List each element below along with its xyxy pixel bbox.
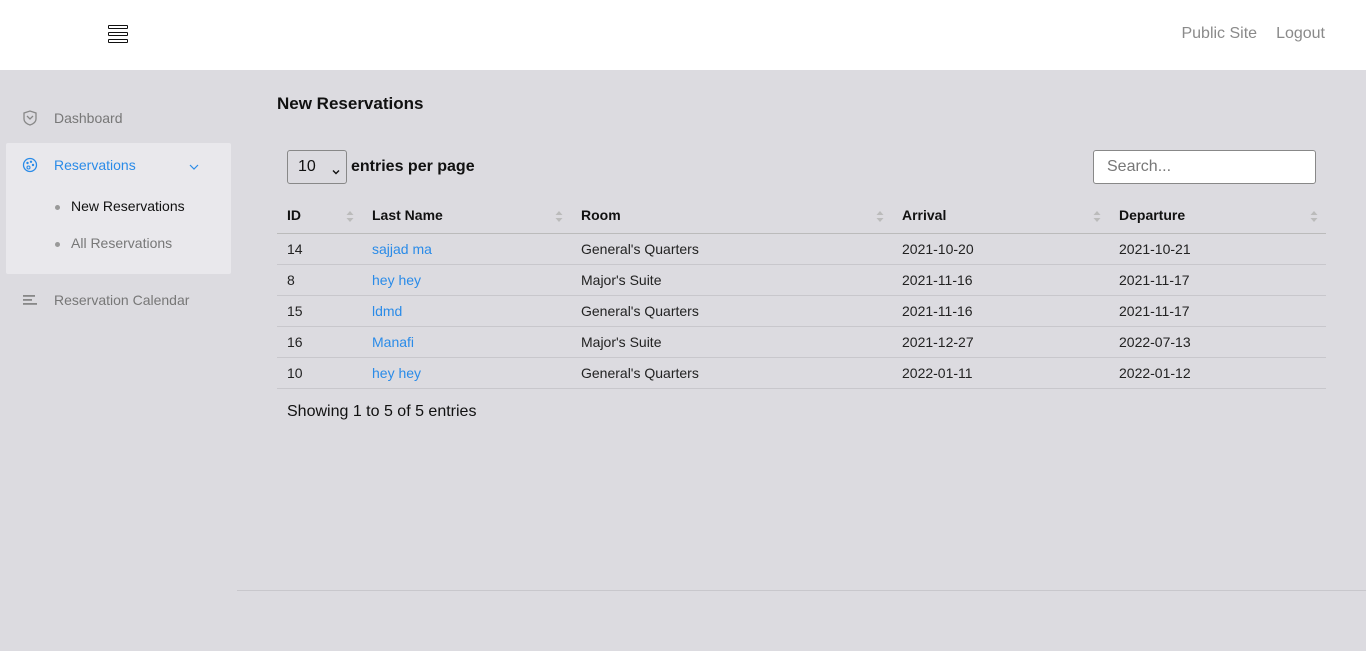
bullet-icon xyxy=(55,242,60,247)
sidebar-item-label: Reservations xyxy=(54,157,136,173)
sidebar-item-label: Dashboard xyxy=(54,110,123,126)
last-name-link[interactable]: sajjad ma xyxy=(372,241,432,257)
sidebar-subitem-new-reservations[interactable]: New Reservations xyxy=(6,192,231,222)
cell-arrival: 2021-11-16 xyxy=(892,295,1109,327)
list-icon xyxy=(21,291,39,309)
column-header-room[interactable]: Room xyxy=(571,198,892,234)
sidebar-item-reservations[interactable]: Reservations xyxy=(6,145,231,185)
column-header-label: ID xyxy=(287,207,301,224)
cell-departure: 2022-07-13 xyxy=(1109,326,1326,358)
last-name-link[interactable]: Manafi xyxy=(372,334,414,350)
last-name-link[interactable]: hey hey xyxy=(372,365,421,381)
reservations-table: ID Last Name Room Arrival Departure 14 s… xyxy=(277,198,1326,389)
cell-arrival: 2021-10-20 xyxy=(892,233,1109,265)
column-header-arrival[interactable]: Arrival xyxy=(892,198,1109,234)
cell-departure: 2021-10-21 xyxy=(1109,233,1326,265)
table-row: 15 ldmd General's Quarters 2021-11-16 20… xyxy=(277,295,1326,327)
sort-icon xyxy=(876,211,884,222)
cell-id: 15 xyxy=(277,295,362,327)
top-links: Public Site Logout xyxy=(1181,25,1325,43)
cell-id: 10 xyxy=(277,357,362,389)
cell-id: 16 xyxy=(277,326,362,358)
last-name-link[interactable]: ldmd xyxy=(372,303,402,319)
column-header-label: Last Name xyxy=(372,207,443,224)
logout-link[interactable]: Logout xyxy=(1276,25,1325,43)
column-header-id[interactable]: ID xyxy=(277,198,362,234)
column-header-last-name[interactable]: Last Name xyxy=(362,198,571,234)
chevron-down-icon xyxy=(189,159,199,170)
cell-departure: 2021-11-17 xyxy=(1109,295,1326,327)
sidebar-item-dashboard[interactable]: Dashboard xyxy=(0,98,237,138)
page-title: New Reservations xyxy=(277,94,424,113)
public-site-link[interactable]: Public Site xyxy=(1181,25,1257,43)
sidebar-item-label: Reservation Calendar xyxy=(54,292,190,308)
sidebar-item-reservation-calendar[interactable]: Reservation Calendar xyxy=(0,280,237,320)
sort-icon xyxy=(346,211,354,222)
cell-arrival: 2021-11-16 xyxy=(892,264,1109,296)
sort-icon xyxy=(1310,211,1318,222)
sidebar-subitem-label: All Reservations xyxy=(71,235,173,251)
table-row: 16 Manafi Major's Suite 2021-12-27 2022-… xyxy=(277,326,1326,358)
sidebar-subitem-label: New Reservations xyxy=(71,198,185,214)
column-header-label: Departure xyxy=(1119,207,1186,224)
cell-room: General's Quarters xyxy=(571,357,892,389)
cell-arrival: 2021-12-27 xyxy=(892,326,1109,358)
column-header-label: Room xyxy=(581,207,621,224)
cell-arrival: 2022-01-11 xyxy=(892,357,1109,389)
palette-icon xyxy=(21,156,39,174)
bullet-icon xyxy=(55,205,60,210)
sidebar: Dashboard Reservations New Reservations … xyxy=(0,70,237,651)
main-content: New Reservations 10 entries per page ID … xyxy=(237,70,1366,591)
top-navbar: Public Site Logout xyxy=(0,0,1366,70)
table-row: 14 sajjad ma General's Quarters 2021-10-… xyxy=(277,233,1326,265)
last-name-link[interactable]: hey hey xyxy=(372,272,421,288)
sort-icon xyxy=(1093,211,1101,222)
cell-room: General's Quarters xyxy=(571,295,892,327)
cell-id: 14 xyxy=(277,233,362,265)
per-page-label: entries per page xyxy=(351,158,475,175)
reservations-menu-group: Reservations New Reservations All Reserv… xyxy=(6,143,231,274)
cell-departure: 2021-11-17 xyxy=(1109,264,1326,296)
sidebar-subitem-all-reservations[interactable]: All Reservations xyxy=(6,229,231,259)
footer-divider xyxy=(237,590,1366,591)
sort-icon xyxy=(555,211,563,222)
table-info: Showing 1 to 5 of 5 entries xyxy=(287,403,477,420)
search-input[interactable] xyxy=(1093,150,1316,184)
cell-id: 8 xyxy=(277,264,362,296)
per-page-value: 10 xyxy=(298,158,316,175)
column-header-departure[interactable]: Departure xyxy=(1109,198,1326,234)
per-page-select[interactable]: 10 xyxy=(287,150,347,184)
per-page-control: 10 entries per page xyxy=(287,150,475,184)
table-header-row: ID Last Name Room Arrival Departure xyxy=(277,198,1326,234)
column-header-label: Arrival xyxy=(902,207,947,224)
cell-room: Major's Suite xyxy=(571,326,892,358)
table-row: 8 hey hey Major's Suite 2021-11-16 2021-… xyxy=(277,264,1326,296)
dashboard-icon xyxy=(21,109,39,127)
cell-room: General's Quarters xyxy=(571,233,892,265)
chevron-down-icon xyxy=(332,163,340,175)
cell-departure: 2022-01-12 xyxy=(1109,357,1326,389)
table-row: 10 hey hey General's Quarters 2022-01-11… xyxy=(277,357,1326,389)
hamburger-icon[interactable] xyxy=(106,24,130,46)
cell-room: Major's Suite xyxy=(571,264,892,296)
